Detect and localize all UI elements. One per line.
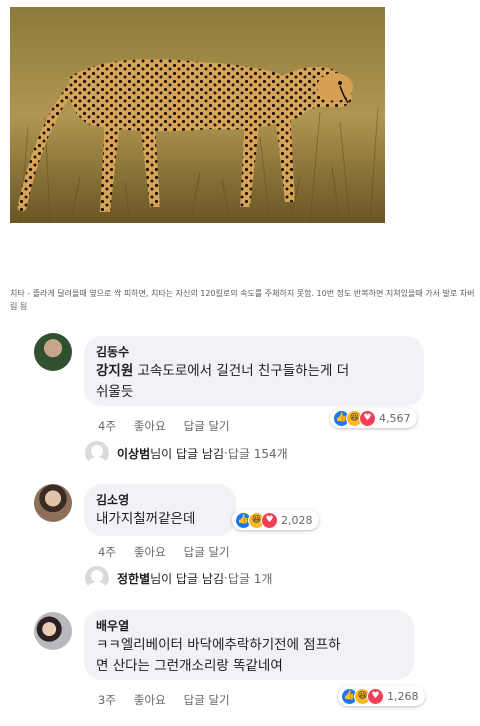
like-link[interactable]: 좋아요: [134, 418, 166, 434]
reply-count: 답글 1개: [227, 571, 273, 586]
avatar[interactable]: [34, 484, 72, 522]
reply-author: 이상범: [117, 446, 151, 461]
heart-icon: ♥: [261, 511, 278, 529]
replies-summary[interactable]: 이상범 님이 답글 남김 · 답글 154개: [85, 441, 288, 465]
comment-bubble: 김동수 강지원 고속도로에서 길건너 친구들하는게 더 쉬울듯: [84, 336, 424, 406]
avatar: [85, 441, 109, 465]
replies-summary[interactable]: 정한별 님이 답글 남김 · 답글 1개: [85, 566, 272, 590]
comment-time[interactable]: 4주: [98, 544, 116, 560]
comment-bubble: 배우열 ㅋㅋ엘리베이터 바닥에추락하기전에 점프하 면 산다는 그런개소리랑 똑같…: [84, 610, 414, 680]
photo-caption: 치타 - 졸라게 달려올때 옆으로 싹 피하면, 치타는 자신의 120킬로의 …: [10, 289, 475, 311]
comment-actions: 4주 좋아요 답글 달기: [98, 418, 248, 434]
comment-author[interactable]: 김소영: [96, 492, 224, 509]
comment-time[interactable]: 3주: [98, 692, 116, 708]
comment-text: 강지원 고속도로에서 길건너 친구들하는게 더 쉬울듯: [96, 363, 350, 400]
avatar: [85, 566, 109, 590]
avatar[interactable]: [34, 333, 72, 371]
avatar[interactable]: [34, 612, 72, 650]
reaction-summary[interactable]: 👍 😆 ♥ 1,268: [338, 686, 425, 706]
like-link[interactable]: 좋아요: [134, 692, 166, 708]
reply-link[interactable]: 답글 달기: [184, 692, 230, 708]
cheetah-photo: [10, 7, 385, 223]
reply-link[interactable]: 답글 달기: [184, 418, 230, 434]
comment-actions: 4주 좋아요 답글 달기: [98, 544, 248, 560]
comment-text: 내가지칠꺼같은데: [96, 511, 196, 527]
reaction-count: 1,268: [387, 689, 419, 703]
tagged-user[interactable]: 강지원: [96, 363, 133, 379]
heart-icon: ♥: [359, 409, 376, 427]
reply-author: 정한별: [117, 571, 151, 586]
heart-icon: ♥: [367, 687, 384, 705]
reply-link[interactable]: 답글 달기: [184, 544, 230, 560]
comment-bubble: 김소영 내가지칠꺼같은데: [84, 484, 236, 536]
reaction-count: 4,567: [379, 411, 411, 425]
like-link[interactable]: 좋아요: [134, 544, 166, 560]
comment-time[interactable]: 4주: [98, 418, 116, 434]
reply-count: 답글 154개: [227, 446, 288, 461]
comment-actions: 3주 좋아요 답글 달기: [98, 692, 248, 708]
comment-author[interactable]: 김동수: [96, 344, 412, 361]
reaction-summary[interactable]: 👍 😆 ♥ 2,028: [232, 510, 319, 530]
reaction-count: 2,028: [281, 513, 313, 527]
comment-text: ㅋㅋ엘리베이터 바닥에추락하기전에 점프하 면 산다는 그런개소리랑 똑같네여: [96, 637, 341, 674]
reaction-summary[interactable]: 👍 😆 ♥ 4,567: [330, 408, 417, 428]
comment-author[interactable]: 배우열: [96, 618, 402, 635]
